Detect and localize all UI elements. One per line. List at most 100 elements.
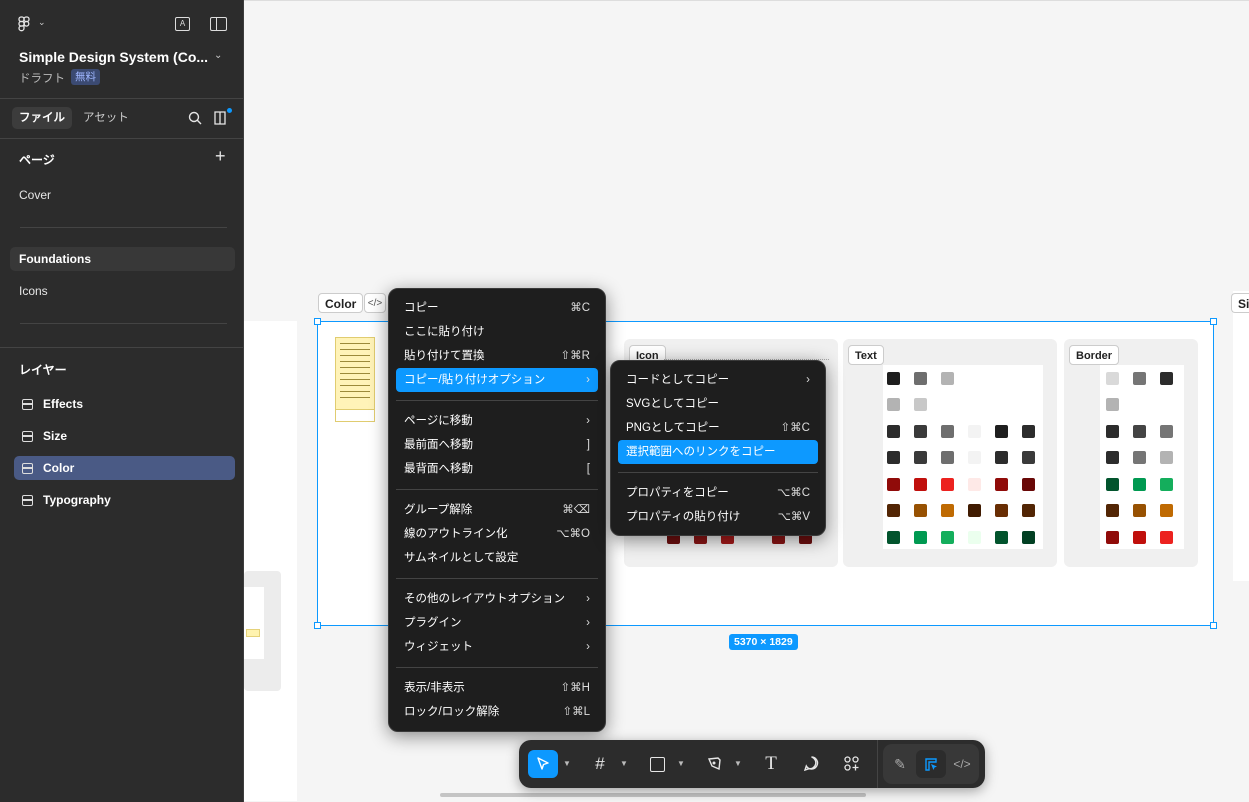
chevron-right-icon: › [586,617,590,629]
border-color-card[interactable]: Border [1064,339,1198,567]
menu-item-shortcut: ⌘C [570,302,590,314]
layer-label: Size [43,429,68,443]
chevron-down-icon[interactable]: ⌄ [214,50,222,61]
layer-item-color[interactable]: Color [14,456,235,480]
file-name[interactable]: Simple Design System (Co... [19,49,208,65]
frame-tag-right[interactable]: Si [1231,293,1249,313]
context-menu-item[interactable]: 最背面へ移動 [ [396,457,598,481]
text-color-card[interactable]: Text [843,339,1057,567]
context-menu-item[interactable]: 最前面へ移動] [396,433,598,457]
context-menu-item[interactable]: ウィジェット › [396,635,598,659]
chevron-down-icon[interactable]: ▼ [676,750,686,778]
menu-item-label: サムネイルとして設定 [404,552,519,564]
figma-logo-icon[interactable]: ⌄ [18,16,46,34]
submenu-item[interactable]: プロパティの貼り付け ⌥⌘V [618,505,818,529]
menu-item-shortcut: ⌥⌘C [776,487,810,499]
chevron-right-icon: › [586,593,590,605]
chevron-right-icon: › [806,374,810,386]
context-menu-item[interactable]: 貼り付けて置換 ⇧⌘R [396,344,598,368]
menu-item-shortcut: ⌘⌫ [562,504,590,516]
menu-item-label: コピー [404,302,439,314]
rectangle-tool-icon[interactable] [642,750,672,778]
context-menu-item[interactable]: コピー/貼り付けオプション › [396,368,598,392]
page-item-foundations[interactable]: Foundations [10,247,235,271]
design-mode-icon[interactable] [916,750,946,778]
left-sidebar: ⌄ A Simple Design System (Co... ⌄ ドラフト 無… [0,0,244,802]
pages-header: ページ [19,153,55,167]
context-menu-item[interactable]: その他のレイアウトオプション › [396,587,598,611]
submenu-item[interactable]: PNGとしてコピー ⇧⌘C [618,416,818,440]
card-title: Text [848,345,884,365]
chevron-down-icon[interactable]: ▼ [733,750,743,778]
add-page-icon[interactable]: + [215,146,226,167]
code-icon[interactable]: </> [364,293,386,313]
dev-mode-icon[interactable]: </> [947,750,977,778]
submenu-item[interactable]: コードとしてコピー › [618,368,818,392]
menu-item-label: SVGとしてコピー [626,398,719,410]
context-menu-item[interactable]: 表示/非表示 ⇧⌘H [396,676,598,700]
context-menu-item[interactable]: ページに移動 › [396,409,598,433]
resize-handle[interactable] [1210,318,1217,325]
chevron-down-icon[interactable]: ▼ [562,750,572,778]
context-menu-item[interactable]: プラグイン › [396,611,598,635]
context-menu-item[interactable]: ここに貼り付け [396,320,598,344]
menu-item-label: 最前面へ移動 [404,439,473,451]
menu-item-label: プラグイン [404,617,462,629]
resize-handle[interactable] [314,318,321,325]
menu-item-shortcut: ⇧⌘R [560,350,590,362]
context-menu-item[interactable]: ロック/ロック解除 ⇧⌘L [396,700,598,724]
menu-separator [396,399,598,401]
horizontal-scrollbar[interactable] [440,793,866,797]
chevron-right-icon: › [586,415,590,427]
submenu-item[interactable]: 選択範囲へのリンクをコピー [618,440,818,464]
page-item-cover[interactable]: Cover [10,183,235,207]
context-menu-item[interactable]: コピー ⌘C [396,296,598,320]
actions-tool-icon[interactable] [836,750,866,778]
library-icon[interactable] [214,108,232,125]
layers-header: レイヤー [19,363,67,377]
menu-item-shortcut: ⇧⌘L [562,706,590,718]
context-menu-item[interactable]: 線のアウトライン化 ⌥⌘O [396,522,598,546]
menu-item-shortcut: ⇧⌘H [560,682,590,694]
submenu-item[interactable]: SVGとしてコピー [618,392,818,416]
submenu-item[interactable]: プロパティをコピー ⌥⌘C [618,481,818,505]
page-item-icons[interactable]: Icons [10,279,235,303]
context-menu-item[interactable]: グループ解除 ⌘⌫ [396,498,598,522]
text-settings-icon[interactable]: A [175,17,190,31]
frame-icon [22,399,33,410]
menu-item-label: コードとしてコピー [626,374,730,386]
draft-label[interactable]: ドラフト [19,70,65,86]
comment-tool-icon[interactable] [796,750,826,778]
menu-item-label: プロパティの貼り付け [626,511,741,523]
layer-item-effects[interactable]: Effects [14,392,235,416]
context-menu-item[interactable]: サムネイルとして設定 [396,546,598,570]
frame-thumbnail-left[interactable] [244,571,281,691]
layer-item-size[interactable]: Size [14,424,235,448]
frame-partial-right[interactable] [1233,291,1249,581]
frame-partial-left[interactable] [244,321,297,801]
pen-tool-icon[interactable] [699,750,729,778]
draw-mode-icon[interactable]: ✎ [885,750,915,778]
resize-handle[interactable] [314,622,321,629]
resize-handle[interactable] [1210,622,1217,629]
frame-tool-icon[interactable]: # [585,750,615,778]
context-menu: コピー ⌘C ここに貼り付け貼り付けて置換 ⇧⌘R コピー/貼り付けオプション › ページに… [388,288,606,732]
frame-name-tag[interactable]: Color [318,293,364,313]
move-tool-icon[interactable] [528,750,558,778]
tab-assets[interactable]: アセット [83,107,129,129]
sticky-note[interactable] [335,337,375,422]
layer-item-typography[interactable]: Typography [14,488,235,512]
frame-icon [22,495,33,506]
tab-file[interactable]: ファイル [12,107,72,129]
search-icon[interactable] [188,111,202,125]
layer-label: Effects [43,397,84,411]
menu-item-shortcut: ⌥⌘V [777,511,810,523]
chevron-down-icon[interactable]: ▼ [619,750,629,778]
menu-item-label: プロパティをコピー [626,487,729,499]
menu-item-label: ページに移動 [404,415,473,427]
menu-item-label: グループ解除 [404,504,473,516]
menu-item-shortcut: ⇧⌘C [780,422,810,434]
menu-item-label: ここに貼り付け [404,326,485,338]
toggle-sidebar-icon[interactable] [210,17,227,31]
text-tool-icon[interactable]: T [756,750,786,778]
